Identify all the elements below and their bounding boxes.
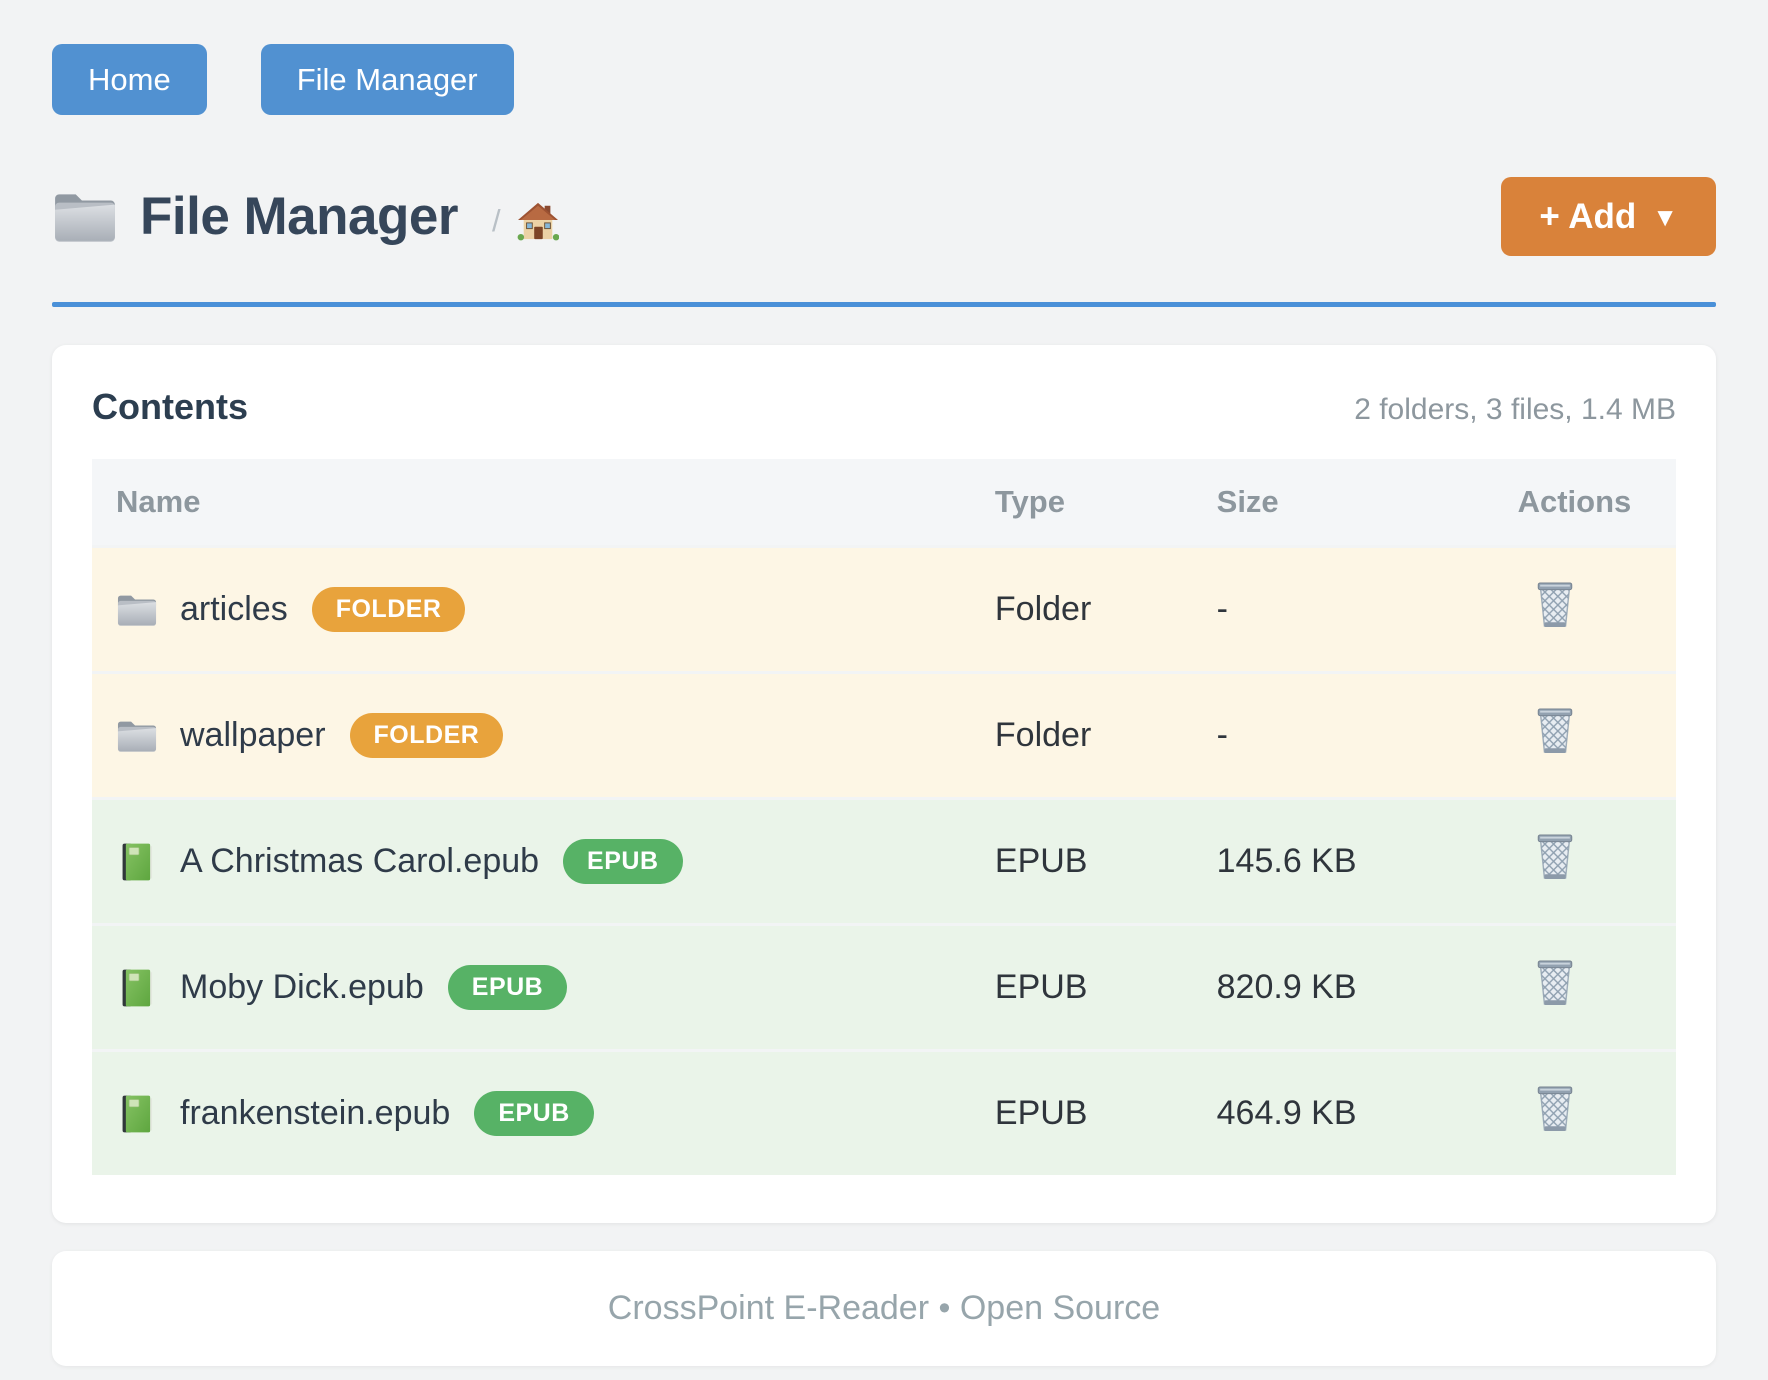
file-size-cell: 145.6 KB [1217,799,1518,925]
breadcrumb-separator: / [492,203,501,239]
page: Home File Manager File Manager / [0,0,1768,1366]
nav-file-manager-button[interactable]: File Manager [261,44,514,115]
file-type-badge: FOLDER [312,587,466,632]
delete-button[interactable] [1532,705,1578,757]
contents-table-body: articles FOLDER Folder - [92,547,1676,1176]
delete-button[interactable] [1532,957,1578,1009]
file-type-badge: EPUB [563,839,682,884]
file-name-group: articles FOLDER [116,587,995,632]
file-type-cell: EPUB [995,799,1217,925]
trash-icon [1532,957,1578,1009]
file-name-group: A Christmas Carol.epub EPUB [116,839,995,884]
footer: CrossPoint E-Reader • Open Source [52,1251,1716,1366]
column-header-type: Type [995,459,1217,547]
column-header-name: Name [92,459,995,547]
page-header: File Manager / + Add ▼ [52,177,1716,256]
folder-icon [116,589,158,631]
contents-card: Contents 2 folders, 3 files, 1.4 MB Name… [52,345,1716,1223]
file-name-link[interactable]: A Christmas Carol.epub [180,842,539,881]
contents-title: Contents [92,389,248,425]
page-title: File Manager [140,190,458,243]
file-name-group: Moby Dick.epub EPUB [116,965,995,1010]
top-navigation: Home File Manager [52,44,1716,115]
table-row: A Christmas Carol.epub EPUB EPUB 145.6 K… [92,799,1676,925]
book-icon [116,967,158,1009]
trash-icon [1532,831,1578,883]
file-table: Name Type Size Actions [92,459,1676,1175]
delete-button[interactable] [1532,579,1578,631]
file-type-badge: EPUB [448,965,567,1010]
file-name-link[interactable]: frankenstein.epub [180,1094,450,1133]
file-name-group: wallpaper FOLDER [116,713,995,758]
file-type-badge: EPUB [474,1091,593,1136]
table-row: Moby Dick.epub EPUB EPUB 820.9 KB [92,925,1676,1051]
file-name-link[interactable]: Moby Dick.epub [180,968,424,1007]
add-button[interactable]: + Add ▼ [1501,177,1716,256]
file-size-cell: - [1217,673,1518,799]
trash-icon [1532,1083,1578,1135]
delete-button[interactable] [1532,831,1578,883]
file-type-cell: Folder [995,547,1217,673]
file-name-link[interactable]: articles [180,590,288,629]
house-icon[interactable] [517,201,559,241]
book-icon [116,841,158,883]
file-type-badge: FOLDER [350,713,504,758]
table-header-row: Name Type Size Actions [92,459,1676,547]
folder-icon [116,715,158,757]
file-size-cell: 820.9 KB [1217,925,1518,1051]
column-header-actions: Actions [1518,459,1676,547]
title-group: File Manager / [52,188,559,246]
file-type-cell: EPUB [995,925,1217,1051]
file-name-group: frankenstein.epub EPUB [116,1091,995,1136]
file-type-cell: EPUB [995,1051,1217,1176]
table-row: wallpaper FOLDER Folder - [92,673,1676,799]
chevron-down-icon: ▼ [1652,204,1678,230]
footer-text: CrossPoint E-Reader • Open Source [608,1289,1160,1327]
nav-home-button[interactable]: Home [52,44,207,115]
add-button-label: + Add [1539,199,1636,234]
column-header-size: Size [1217,459,1518,547]
table-row: frankenstein.epub EPUB EPUB 464.9 KB [92,1051,1676,1176]
folder-icon [52,188,118,246]
contents-card-header: Contents 2 folders, 3 files, 1.4 MB [92,389,1676,427]
file-name-link[interactable]: wallpaper [180,716,326,755]
file-size-cell: - [1217,547,1518,673]
table-row: articles FOLDER Folder - [92,547,1676,673]
trash-icon [1532,579,1578,631]
contents-summary: 2 folders, 3 files, 1.4 MB [1354,393,1676,427]
header-divider [52,302,1716,307]
file-size-cell: 464.9 KB [1217,1051,1518,1176]
trash-icon [1532,705,1578,757]
file-type-cell: Folder [995,673,1217,799]
delete-button[interactable] [1532,1083,1578,1135]
book-icon [116,1093,158,1135]
